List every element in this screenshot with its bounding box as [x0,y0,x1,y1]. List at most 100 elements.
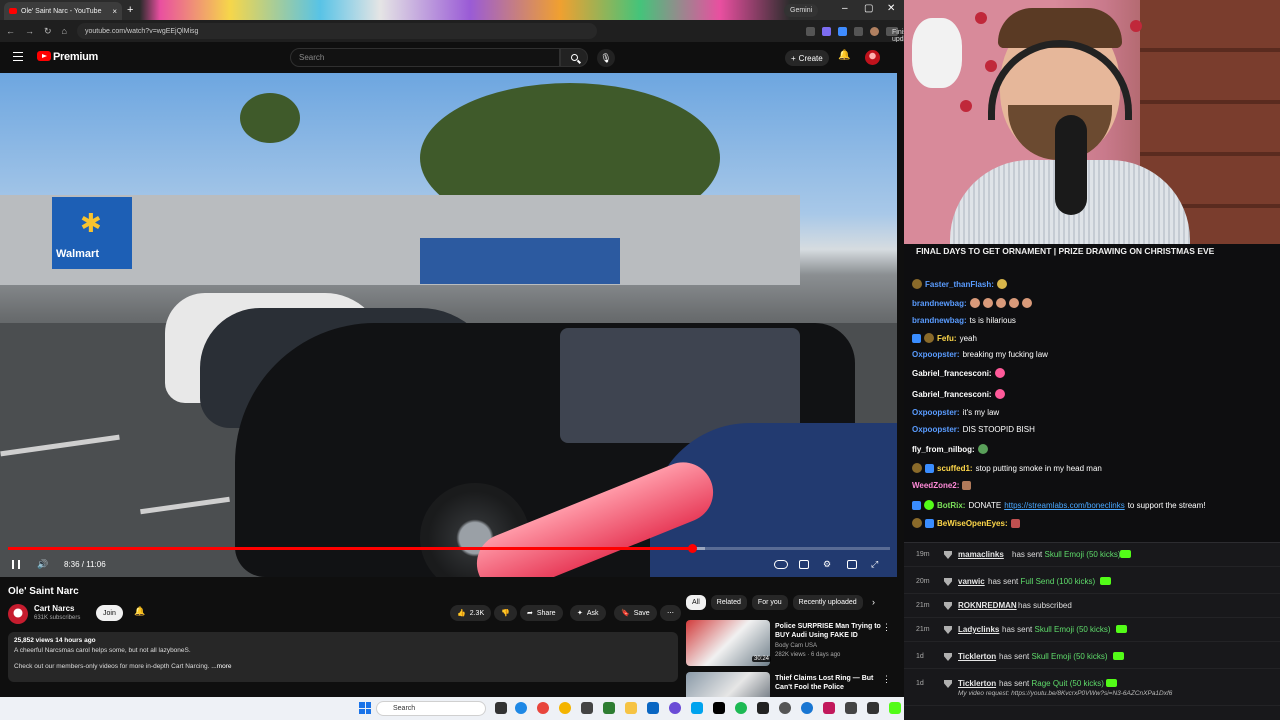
app-icon[interactable] [757,702,769,714]
reload-icon[interactable]: ↻ [44,26,52,37]
activity-user[interactable]: Ticklerton [958,679,996,688]
active-tab[interactable]: Ole' Saint Narc - YouTube × [4,2,122,20]
app-icon[interactable] [801,702,813,714]
kebab-menu-icon[interactable]: ⋮ [882,622,891,633]
subscribe-bell-icon[interactable]: 🔔 [134,606,145,617]
app-icon[interactable] [691,702,703,714]
show-more-link[interactable]: ...more [211,663,231,670]
progress-bar[interactable] [8,544,890,553]
chat-username[interactable]: Oxpoopster: [912,350,960,359]
description-box[interactable]: 25,852 views 14 hours ago A cheerful Nar… [8,632,678,682]
app-icon[interactable] [581,702,593,714]
chat-username[interactable]: WeedZone2: [912,481,959,490]
recommended-channel[interactable]: Body Cam USA [775,643,817,649]
new-tab-icon[interactable]: + [127,4,133,16]
spotify-icon[interactable] [735,702,747,714]
settings-gear-icon[interactable]: ⚙ [823,559,831,570]
chip-for-you[interactable]: For you [751,595,788,610]
activity-user[interactable]: Ticklerton [958,652,996,661]
like-button[interactable]: 👍 2.3K [450,605,492,621]
app-icon[interactable] [823,702,835,714]
scrubber-handle[interactable] [687,544,697,553]
gemini-button[interactable]: Gemini [784,4,819,17]
extension-icon[interactable] [838,26,847,36]
search-button[interactable] [560,48,588,67]
channel-name[interactable]: Cart Narcs [34,604,74,613]
kick-app-icon[interactable] [889,702,901,714]
recommended-title[interactable]: Thief Claims Lost Ring — But Can't Fool … [775,674,881,692]
chat-username[interactable]: scuffed1: [937,464,973,473]
forward-icon[interactable]: → [25,26,34,36]
youtube-logo-icon[interactable] [37,51,51,61]
task-view-icon[interactable] [495,702,507,714]
app-icon[interactable] [603,702,615,714]
fullscreen-icon[interactable]: ⤢ [871,559,878,570]
save-button[interactable]: 🔖 Save [614,605,657,621]
taskbar-search[interactable]: Search [376,701,486,716]
share-button[interactable]: ➦ Share [520,605,563,621]
premium-brand[interactable]: Premium [53,51,98,63]
app-icon[interactable] [845,702,857,714]
extension-icon[interactable] [854,26,863,36]
extension-icon[interactable] [822,26,831,36]
url-field[interactable]: youtube.com/watch?v=wgEEjQlMisg [76,23,597,39]
back-icon[interactable]: ← [6,26,15,36]
create-button[interactable]: + Create [785,50,829,66]
chat-username[interactable]: Faster_thanFlash: [925,280,994,289]
pause-button[interactable] [12,560,20,569]
home-icon[interactable]: ⌂ [62,26,67,36]
start-menu-icon[interactable] [359,702,371,714]
volume-icon[interactable]: 🔊 [37,559,48,570]
extension-icon[interactable] [806,26,815,36]
profile-icon[interactable] [870,26,879,36]
recommended-title[interactable]: Police SURPRISE Man Trying to BUY Audi U… [775,622,881,640]
search-input[interactable]: Search [290,48,560,67]
activity-user[interactable]: Ladyclinks [958,625,999,634]
account-avatar[interactable] [865,50,880,65]
app-icon[interactable] [779,702,791,714]
chip-all[interactable]: All [686,595,706,610]
subtitles-icon[interactable] [799,560,809,569]
ask-button[interactable]: ✦ Ask [570,605,606,621]
miniplayer-icon[interactable] [847,560,857,569]
notifications-bell-icon[interactable]: 🔔 [838,50,850,61]
join-button[interactable]: Join [96,605,123,621]
activity-user[interactable]: mamaclinks [958,550,1004,559]
chevron-right-icon[interactable]: › [872,597,875,607]
close-window-icon[interactable]: ✕ [887,3,895,14]
chip-related[interactable]: Related [710,595,747,610]
chat-username[interactable]: Gabriel_francesconi: [912,369,992,378]
autoplay-toggle[interactable] [774,560,788,569]
chip-recently-uploaded[interactable]: Recently uploaded [792,595,863,610]
minimize-icon[interactable]: – [842,3,848,14]
chat-username[interactable]: fly_from_nilbog: [912,445,975,454]
chat-username[interactable]: BotRix: [937,501,965,510]
chat-username[interactable]: brandnewbag: [912,299,967,308]
video-player[interactable]: ✱ Walmart [0,73,897,577]
finish-update-button[interactable]: Finish update [886,26,913,43]
app-icon[interactable] [867,702,879,714]
dislike-button[interactable]: 👎 [494,605,517,621]
app-icon[interactable] [647,702,659,714]
recommended-video[interactable]: Thief Claims Lost Ring — But Can't Fool … [686,672,896,697]
video-thumbnail[interactable] [686,672,770,697]
chat-username[interactable]: Oxpoopster: [912,425,960,434]
chat-username[interactable]: Fefu: [937,334,957,343]
kebab-menu-icon[interactable]: ⋮ [882,674,891,685]
chrome-profile-icon[interactable] [559,702,571,714]
recommended-video[interactable]: 30:24 Police SURPRISE Man Trying to BUY … [686,620,896,668]
close-tab-icon[interactable]: × [112,7,117,16]
activity-user[interactable]: ROKNREDMAN [958,601,1017,610]
activity-user[interactable]: vanwic [958,577,985,586]
app-icon[interactable] [669,702,681,714]
chat-username[interactable]: BeWiseOpenEyes: [937,519,1008,528]
donate-link[interactable]: https://streamlabs.com/boneclinks [1004,501,1125,510]
app-icon[interactable] [713,702,725,714]
chat-username[interactable]: Gabriel_francesconi: [912,390,992,399]
edge-icon[interactable] [515,702,527,714]
chat-username[interactable]: brandnewbag: [912,316,967,325]
hamburger-menu-icon[interactable] [13,52,23,61]
channel-avatar[interactable] [8,604,28,624]
voice-search-icon[interactable]: 🎙 [597,49,615,67]
maximize-icon[interactable]: ▢ [864,3,873,14]
